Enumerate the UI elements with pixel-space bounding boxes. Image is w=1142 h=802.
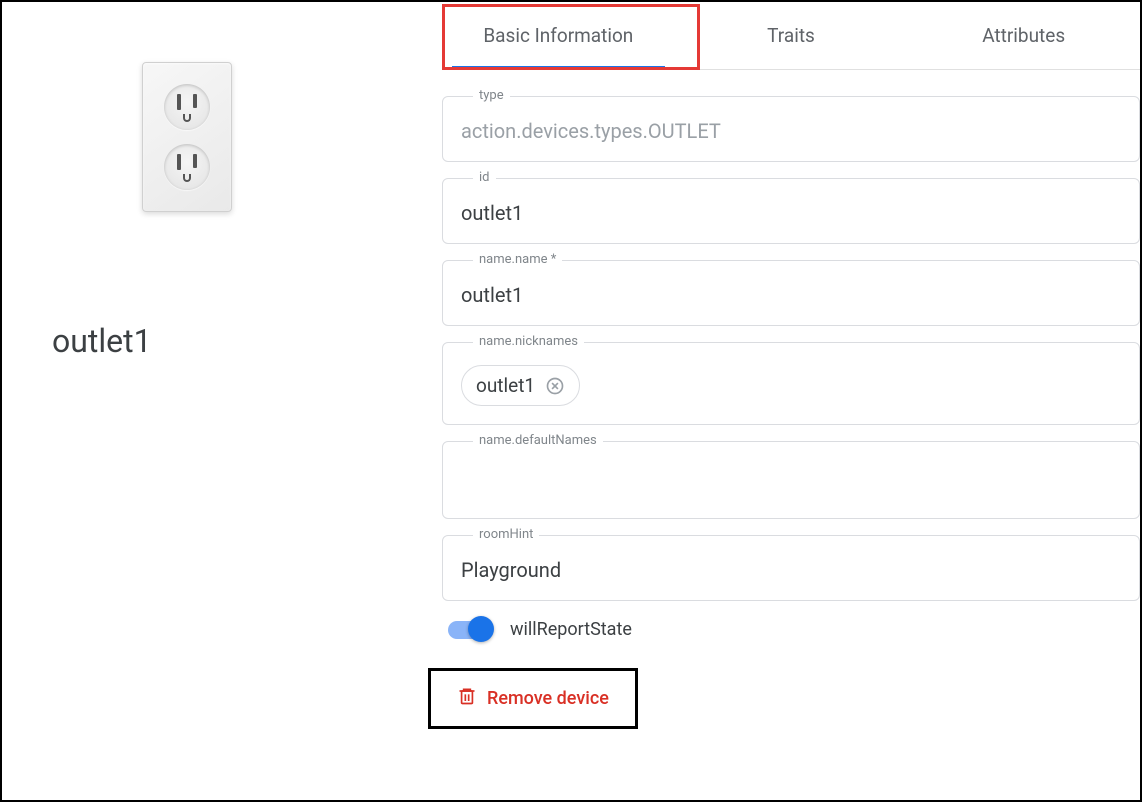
- field-label: roomHint: [473, 527, 539, 542]
- tab-label: Basic Information: [483, 24, 633, 47]
- field-value: outlet1: [461, 283, 1121, 307]
- field-label: id: [473, 170, 496, 185]
- field-roomhint[interactable]: roomHint Playground: [442, 535, 1140, 601]
- remove-device-highlight: Remove device: [428, 668, 638, 729]
- remove-chip-icon[interactable]: [545, 376, 565, 396]
- toggle-willreportstate[interactable]: [448, 621, 492, 639]
- field-type[interactable]: type action.devices.types.OUTLET: [442, 96, 1140, 162]
- basic-info-form: type action.devices.types.OUTLET id outl…: [442, 70, 1140, 729]
- field-id[interactable]: id outlet1: [442, 178, 1140, 244]
- tab-traits[interactable]: Traits: [675, 2, 908, 69]
- tab-basic-information[interactable]: Basic Information: [442, 2, 675, 69]
- field-name-name[interactable]: name.name * outlet1: [442, 260, 1140, 326]
- device-title: outlet1: [52, 322, 402, 360]
- field-value: action.devices.types.OUTLET: [461, 119, 1121, 143]
- tabs: Basic Information Traits Attributes: [442, 2, 1140, 70]
- device-image: [142, 62, 232, 212]
- toggle-row-willreportstate: willReportState: [448, 619, 1140, 640]
- tab-attributes[interactable]: Attributes: [907, 2, 1140, 69]
- field-label: name.nicknames: [473, 334, 584, 349]
- remove-device-label: Remove device: [487, 688, 609, 709]
- field-label: type: [473, 88, 510, 103]
- tab-label: Traits: [767, 24, 815, 47]
- field-label: name.name *: [473, 252, 562, 267]
- main-panel: Basic Information Traits Attributes type…: [442, 2, 1140, 800]
- outlet-icon: [142, 62, 232, 212]
- field-value: Playground: [461, 558, 1121, 582]
- tab-label: Attributes: [982, 24, 1065, 47]
- field-name-defaultnames[interactable]: name.defaultNames: [442, 441, 1140, 519]
- device-sidebar: outlet1: [2, 2, 442, 800]
- toggle-knob: [468, 616, 494, 642]
- remove-device-button[interactable]: Remove device: [457, 685, 609, 712]
- field-label: name.defaultNames: [473, 433, 603, 448]
- trash-icon: [457, 685, 477, 712]
- toggle-label: willReportState: [510, 619, 632, 640]
- chip-label: outlet1: [476, 374, 535, 397]
- nickname-chip[interactable]: outlet1: [461, 365, 580, 406]
- field-name-nicknames[interactable]: name.nicknames outlet1: [442, 342, 1140, 425]
- field-value: outlet1: [461, 201, 1121, 225]
